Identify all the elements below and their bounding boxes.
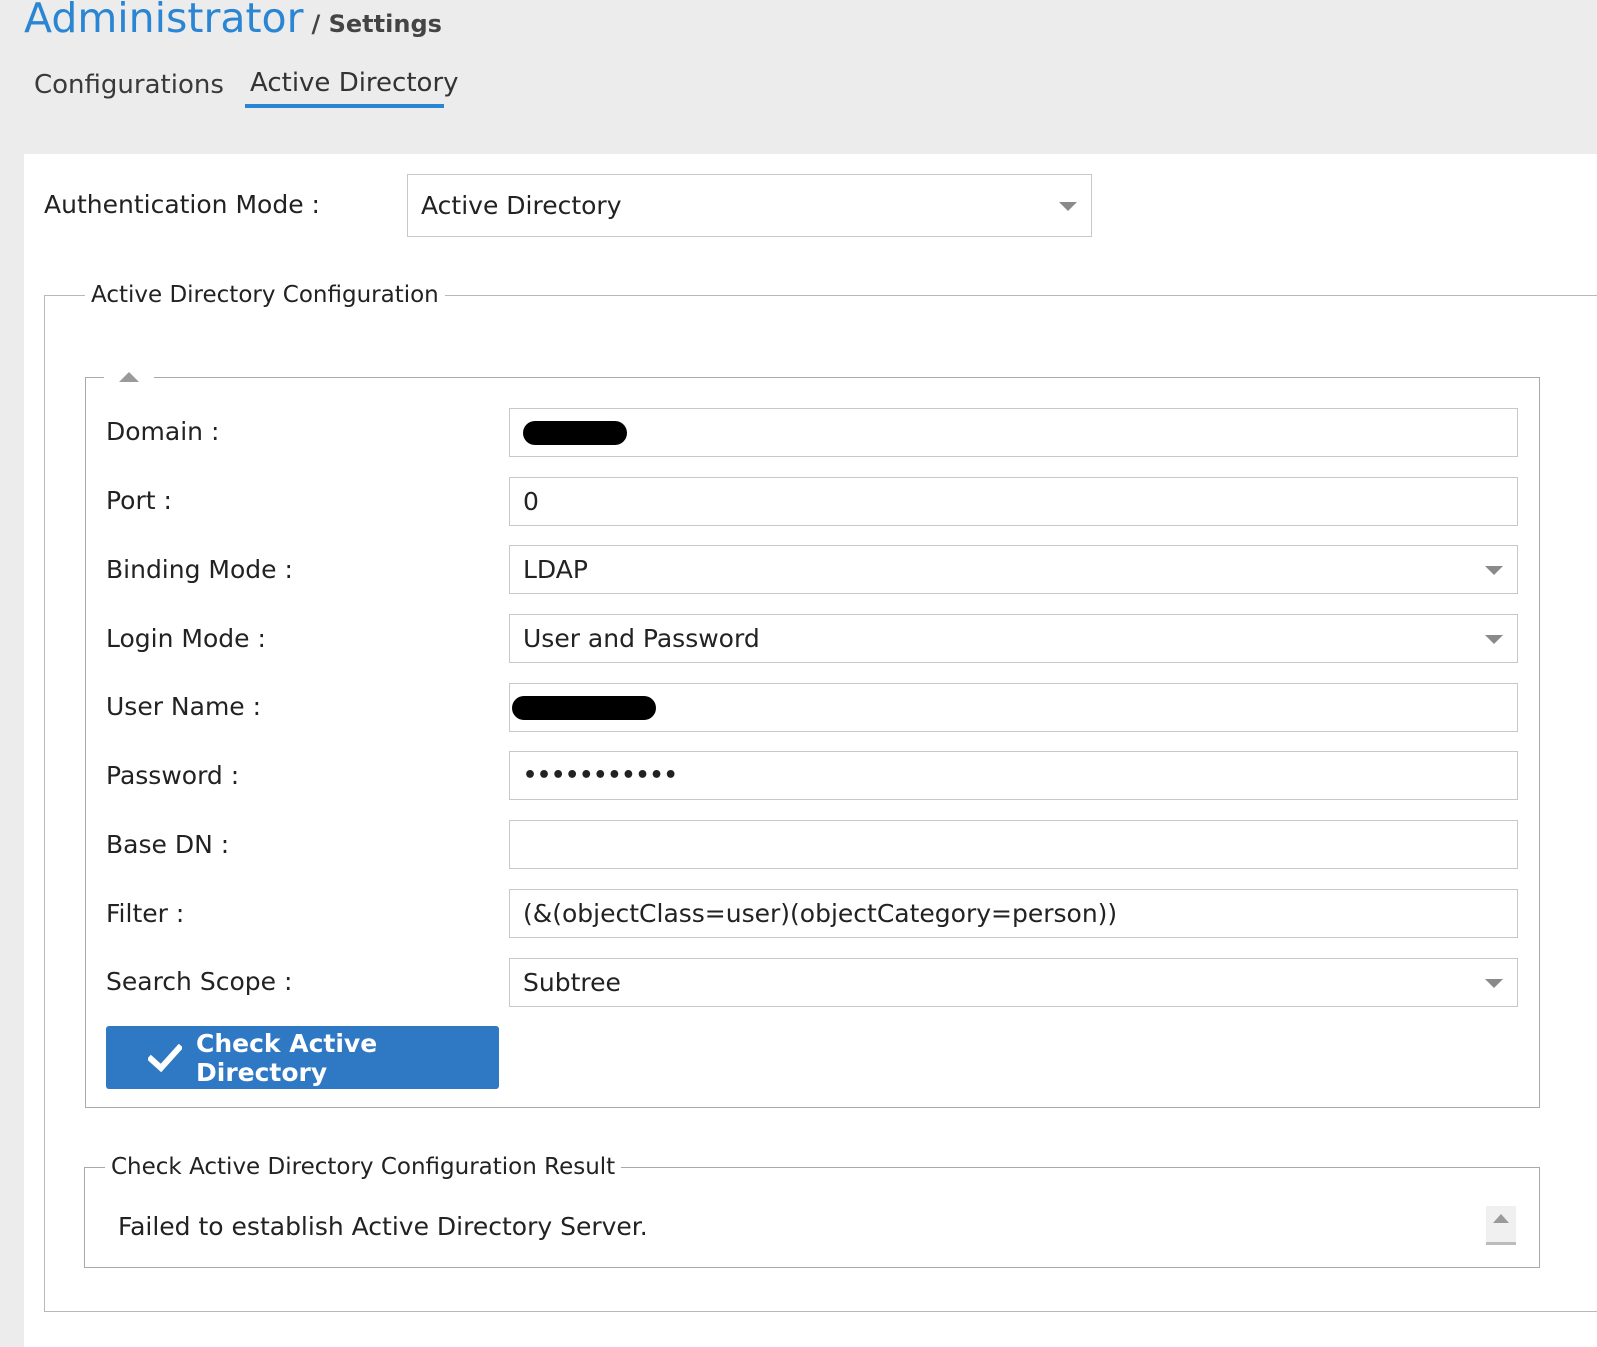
base-dn-input[interactable] bbox=[509, 820, 1518, 869]
chevron-down-icon bbox=[1485, 978, 1503, 988]
binding-mode-select[interactable]: LDAP bbox=[509, 545, 1518, 594]
base-dn-label: Base DN : bbox=[106, 830, 230, 859]
check-active-directory-label: Check Active Directory bbox=[196, 1028, 378, 1087]
scroll-up-icon[interactable] bbox=[1486, 1206, 1516, 1236]
chevron-down-icon bbox=[1485, 565, 1503, 575]
user-name-input[interactable] bbox=[509, 683, 1518, 732]
port-label: Port : bbox=[106, 486, 172, 515]
chevron-up-icon bbox=[119, 372, 139, 382]
checkmark-icon bbox=[148, 1043, 182, 1072]
active-tab-indicator bbox=[245, 104, 444, 108]
search-scope-value: Subtree bbox=[523, 968, 621, 997]
ad-configuration-legend: Active Directory Configuration bbox=[91, 282, 439, 308]
authentication-mode-value: Active Directory bbox=[421, 191, 622, 220]
filter-label: Filter : bbox=[106, 899, 185, 928]
settings-panel: Authentication Mode : Active Directory A… bbox=[24, 154, 1597, 1347]
login-mode-value: User and Password bbox=[523, 624, 760, 653]
result-legend: Check Active Directory Configuration Res… bbox=[111, 1154, 616, 1180]
redacted-username bbox=[512, 695, 656, 720]
tab-configurations[interactable]: Configurations bbox=[34, 70, 224, 100]
tab-active-directory[interactable]: Active Directory bbox=[250, 68, 459, 98]
password-value: ••••••••••• bbox=[523, 763, 678, 788]
check-active-directory-button[interactable]: Check Active Directory bbox=[106, 1026, 499, 1089]
result-scrollbar[interactable] bbox=[1486, 1206, 1516, 1245]
result-message: Failed to establish Active Directory Ser… bbox=[118, 1212, 648, 1241]
user-name-label: User Name : bbox=[106, 692, 262, 721]
collapse-toggle[interactable] bbox=[104, 364, 154, 390]
domain-input[interactable] bbox=[509, 408, 1518, 457]
authentication-mode-label: Authentication Mode : bbox=[44, 190, 320, 219]
redacted-domain bbox=[523, 420, 627, 445]
port-value: 0 bbox=[523, 487, 539, 516]
binding-mode-value: LDAP bbox=[523, 555, 588, 584]
password-input[interactable]: ••••••••••• bbox=[509, 751, 1518, 800]
chevron-down-icon bbox=[1485, 634, 1503, 644]
authentication-mode-select[interactable]: Active Directory bbox=[407, 174, 1092, 237]
filter-input[interactable]: (&(objectClass=user)(objectCategory=pers… bbox=[509, 889, 1518, 938]
login-mode-label: Login Mode : bbox=[106, 624, 266, 653]
password-label: Password : bbox=[106, 761, 240, 790]
chevron-down-icon bbox=[1059, 201, 1077, 211]
binding-mode-label: Binding Mode : bbox=[106, 555, 293, 584]
search-scope-select[interactable]: Subtree bbox=[509, 958, 1518, 1007]
result-fieldset: Check Active Directory Configuration Res… bbox=[84, 1154, 1540, 1268]
domain-label: Domain : bbox=[106, 417, 220, 446]
port-input[interactable]: 0 bbox=[509, 477, 1518, 526]
search-scope-label: Search Scope : bbox=[106, 967, 293, 996]
breadcrumb: Administrator / Settings bbox=[24, 0, 442, 44]
filter-value: (&(objectClass=user)(objectCategory=pers… bbox=[523, 899, 1118, 928]
page-title[interactable]: Administrator bbox=[24, 0, 304, 42]
breadcrumb-current: / Settings bbox=[311, 10, 442, 38]
login-mode-select[interactable]: User and Password bbox=[509, 614, 1518, 663]
